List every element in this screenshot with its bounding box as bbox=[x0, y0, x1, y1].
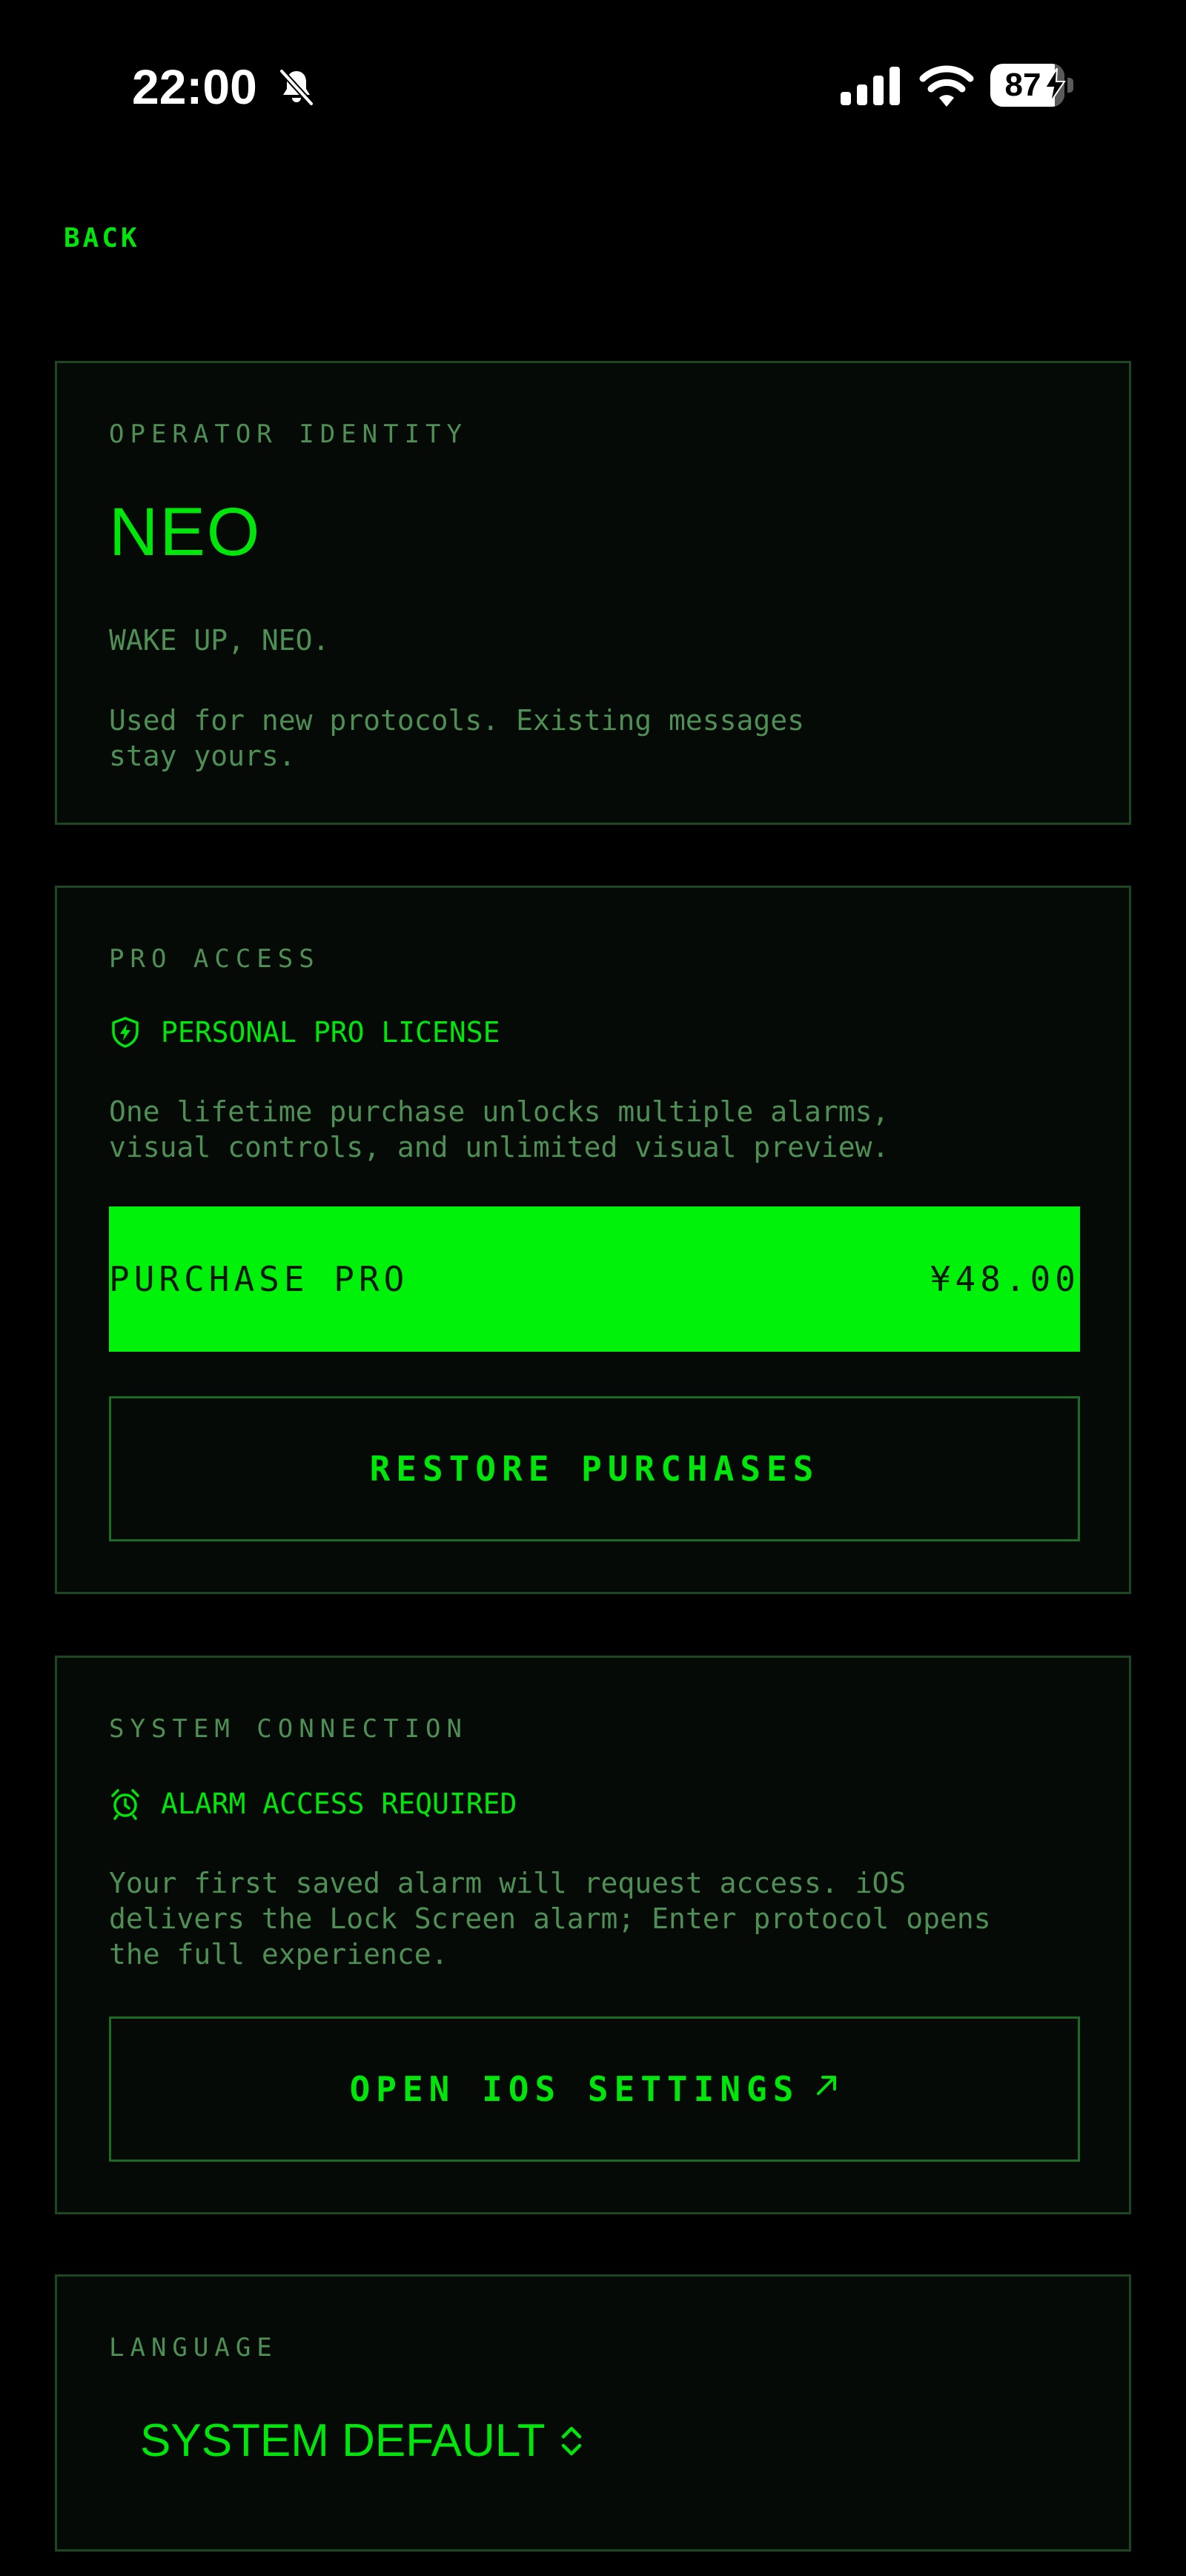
battery-cap bbox=[1067, 78, 1073, 93]
status-time: 22:00 bbox=[132, 59, 257, 114]
section-label-system-connection: SYSTEM CONNECTION bbox=[109, 1714, 468, 1744]
purchase-price: ¥48.00 bbox=[930, 1259, 1080, 1299]
operator-greeting: WAKE UP, NEO. bbox=[109, 624, 330, 657]
chevron-up-down-icon bbox=[561, 2426, 581, 2456]
alarm-access-line: ALARM ACCESS REQUIRED bbox=[109, 1785, 517, 1822]
bolt-icon bbox=[1044, 68, 1066, 102]
operator-description: Used for new protocols. Existing message… bbox=[109, 704, 804, 772]
purchase-pro-button[interactable]: PURCHASE PRO ¥48.00 bbox=[109, 1206, 1080, 1352]
pro-access-card: PRO ACCESS PERSONAL PRO LICENSE One life… bbox=[55, 886, 1131, 1594]
license-label: PERSONAL PRO LICENSE bbox=[161, 1016, 500, 1049]
back-button[interactable]: BACK bbox=[64, 222, 140, 255]
system-description: Your first saved alarm will request acce… bbox=[109, 1867, 991, 1971]
license-line: PERSONAL PRO LICENSE bbox=[109, 1014, 500, 1051]
section-label-pro-access: PRO ACCESS bbox=[109, 944, 320, 974]
language-card: LANGUAGE SYSTEM DEFAULT bbox=[55, 2274, 1131, 2552]
status-bar: 22:00 87 bbox=[0, 0, 1186, 170]
alarm-clock-icon bbox=[111, 1789, 139, 1820]
bell-off-icon bbox=[279, 69, 314, 106]
operator-name[interactable]: NEO bbox=[109, 495, 261, 569]
pro-description: One lifetime purchase unlocks multiple a… bbox=[109, 1095, 890, 1163]
system-connection-card: SYSTEM CONNECTION ALARM ACCESS REQUIRED … bbox=[55, 1656, 1131, 2214]
restore-purchases-button[interactable]: RESTORE PURCHASES bbox=[109, 1396, 1080, 1541]
section-label-operator-identity: OPERATOR IDENTITY bbox=[109, 419, 468, 449]
purchase-label: PURCHASE PRO bbox=[109, 1259, 409, 1299]
restore-purchases-label: RESTORE PURCHASES bbox=[369, 1449, 820, 1489]
operator-identity-card: OPERATOR IDENTITY NEO WAKE UP, NEO. Used… bbox=[55, 361, 1131, 825]
wifi-icon bbox=[919, 65, 974, 107]
arrow-up-right-icon bbox=[817, 2076, 837, 2095]
language-selected-value: SYSTEM DEFAULT bbox=[140, 2415, 546, 2466]
shield-bolt-icon bbox=[112, 1017, 139, 1048]
language-select[interactable]: SYSTEM DEFAULT bbox=[140, 2413, 587, 2469]
open-ios-settings-label: OPEN IOS SETTINGS bbox=[349, 2069, 800, 2109]
battery-icon: 87 bbox=[990, 64, 1079, 107]
section-label-language: LANGUAGE bbox=[109, 2333, 278, 2363]
alarm-access-label: ALARM ACCESS REQUIRED bbox=[161, 1787, 517, 1820]
signal-icon bbox=[841, 67, 900, 105]
open-ios-settings-button[interactable]: OPEN IOS SETTINGS bbox=[109, 2016, 1080, 2162]
